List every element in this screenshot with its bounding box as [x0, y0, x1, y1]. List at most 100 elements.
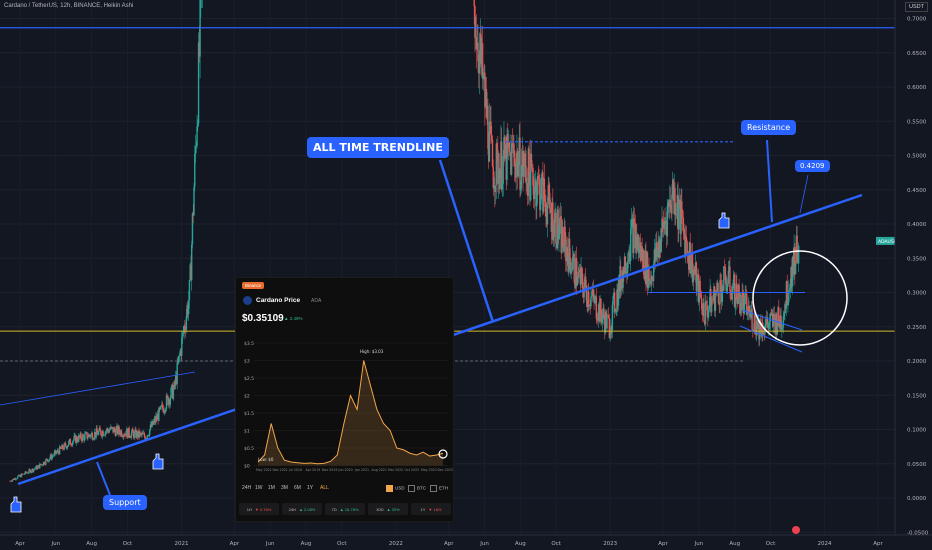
overlays: 0.68650.37530.2437ADAUSDT11:30:38 — [0, 23, 927, 534]
y-tick-label: 0.6500 — [907, 51, 927, 57]
x-tick-label: 2024 — [818, 541, 832, 547]
y-tick-label: 0.3000 — [907, 291, 927, 297]
inset-y-tick: $3.5 — [244, 341, 254, 347]
inset-title: Cardano Price — [256, 297, 301, 304]
performance-period: 24H — [288, 506, 296, 512]
timeframe-tab[interactable]: 24H — [242, 485, 251, 491]
y-tick-label: 0.5500 — [907, 119, 927, 125]
y-tick-label: 0.5000 — [907, 154, 927, 160]
inset-y-tick: $0 — [244, 464, 250, 470]
currency-checkbox[interactable]: BTC — [408, 485, 426, 492]
checkbox-icon[interactable] — [430, 485, 437, 492]
performance-period: 30D — [376, 506, 384, 512]
candle-body — [510, 143, 513, 175]
timeframe-tab[interactable]: 1M — [268, 485, 275, 491]
candle-body — [191, 244, 193, 281]
timeframe-tab[interactable]: 6M — [294, 485, 301, 491]
currency-checkbox[interactable]: ETH — [430, 485, 448, 492]
x-tick-label: 2022 — [389, 541, 403, 547]
currency-checkbox[interactable]: USD — [386, 485, 405, 492]
all-time-trendline-label: ALL TIME TRENDLINE — [307, 137, 449, 158]
x-tick-label: Oct — [766, 541, 776, 547]
x-tick-label: Apr — [658, 541, 668, 547]
target-label: 0.4209 — [795, 160, 830, 172]
inset-x-tick: May 2021 — [256, 468, 272, 472]
candle-body — [87, 437, 89, 439]
inset-x-tick: Aug 2021 — [372, 468, 387, 472]
pointing-hand-icon — [152, 453, 164, 470]
y-tick-label: 0.6000 — [907, 85, 927, 91]
x-tick-label: Aug — [515, 541, 526, 547]
candle-body — [16, 476, 19, 479]
candle-body — [717, 291, 720, 304]
inset-y-tick: $2 — [244, 394, 250, 400]
x-tick-label: Jun — [479, 541, 489, 547]
timeframe-tab[interactable]: 1Y — [307, 485, 313, 491]
candle-body — [703, 303, 705, 322]
candle-body — [723, 266, 725, 291]
candle-body — [65, 443, 67, 447]
x-tick-label: Jun — [694, 541, 704, 547]
inset-x-tick: Dec 2021 — [273, 468, 288, 472]
performance-value: ▲ 2.08% — [298, 506, 316, 512]
performance-chip: 30D ▲ 33% — [368, 503, 408, 515]
y-tick-label: 0.0500 — [907, 462, 927, 468]
candle-body — [558, 217, 561, 234]
timeframe-tab[interactable]: 3M — [281, 485, 288, 491]
inset-x-tick: May 2023 — [421, 468, 437, 472]
candle-body — [751, 309, 753, 330]
resistance-label: Resistance — [741, 120, 797, 135]
inset-y-tick: $2.5 — [244, 376, 254, 382]
inset-symbol: ADA — [311, 298, 322, 304]
y-tick-label: 0.4000 — [907, 222, 927, 228]
y-tick-label: 0.1000 — [907, 428, 927, 434]
inset-high-label: High: $3.03 — [360, 349, 384, 354]
checkbox-icon[interactable] — [386, 485, 393, 492]
candle-body — [714, 295, 717, 311]
candle-body — [169, 397, 172, 405]
x-tick-label: Apr — [15, 541, 25, 547]
inset-x-tick: Apr 2019 — [306, 468, 321, 472]
performance-chip: 1Y ▼ 18% — [411, 503, 451, 515]
performance-chip: 24H ▲ 2.08% — [282, 503, 322, 515]
timeframe-tab[interactable]: ALL — [320, 485, 329, 491]
y-tick-label: 0.2500 — [907, 325, 927, 331]
candle-body — [84, 434, 86, 441]
performance-chip: 1H ▼ 0.76% — [239, 503, 279, 515]
candle-body — [682, 217, 685, 230]
candle-body — [66, 446, 68, 449]
candle-body — [90, 434, 92, 437]
inset-y-tick: $0.5 — [244, 446, 254, 452]
timeframe-tab[interactable]: 1W — [255, 485, 263, 491]
x-tick-label: Aug — [301, 541, 312, 547]
candle-body — [176, 362, 178, 384]
price-chart: 0.68650.37530.2437ADAUSDT11:30:38 0.7000… — [0, 0, 932, 550]
inset-x-tick: Jul 2018 — [288, 468, 302, 472]
performance-value: ▼ 0.76% — [254, 506, 272, 512]
x-tick-label: Oct — [123, 541, 133, 547]
inset-x-tick: Jan 2021 — [354, 468, 369, 472]
candle-body — [193, 187, 195, 216]
candle-body — [590, 296, 592, 307]
candle-body — [573, 253, 575, 282]
x-tick-label: Oct — [551, 541, 561, 547]
x-tick-label: Aug — [729, 541, 740, 547]
inset-x-tick: Jun 2020 — [338, 468, 353, 472]
candle-body — [794, 263, 797, 275]
target-arrow — [799, 174, 809, 214]
candle-body — [97, 431, 100, 435]
candle-body — [46, 458, 49, 461]
currency-button[interactable]: USDT — [905, 2, 928, 12]
resistance-arrow — [766, 139, 773, 223]
performance-value: ▼ 18% — [428, 506, 442, 512]
y-tick-label: 0.1500 — [907, 393, 927, 399]
x-tick-label: Apr — [873, 541, 883, 547]
performance-value: ▲ 33% — [386, 506, 400, 512]
candle-body — [727, 270, 730, 284]
candle-body — [34, 468, 36, 470]
event-icon — [792, 526, 800, 534]
candle-body — [754, 313, 756, 330]
checkbox-icon[interactable] — [408, 485, 415, 492]
candle-body — [778, 307, 780, 321]
inset-low-label: Low: $0 — [258, 457, 274, 462]
